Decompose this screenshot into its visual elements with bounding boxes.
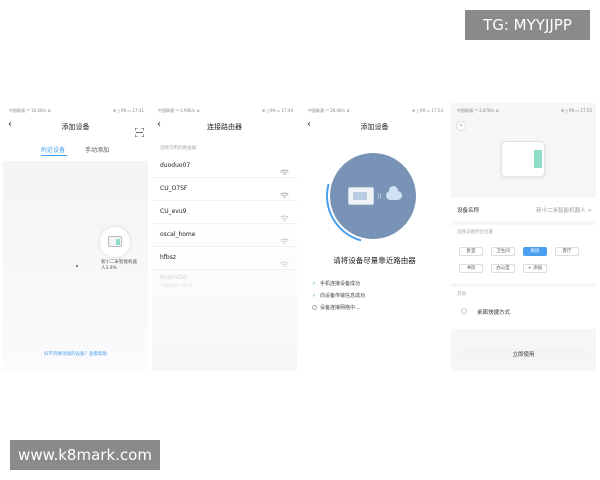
screenshot-canvas: 中国联通 ⁴ᴳ 16.6K/s ⊗ ✻ ▯ 99 ▭ 17:41 ‹ 添加设备 … <box>0 0 600 480</box>
progress-step: ✓ 向设备传输信息成功 <box>312 292 365 299</box>
router-icon <box>348 187 374 205</box>
progress-step: ✓ 手机连接设备成功 <box>312 280 360 287</box>
other-section-label: 其他 <box>457 292 466 297</box>
wifi-name: oscal_home <box>160 231 196 238</box>
unsupported-note: 不支持5G Wi-Fi <box>160 284 193 289</box>
wifi-list-header: 选择可用的路由器 <box>160 146 196 151</box>
screen-device-setup: 中国联通 ⁴ᴳ 2.67K/s ⊗ ✻ ▯ 99 ▭ 17:55 ‹ 设备名称 … <box>451 103 596 371</box>
tab-nearby-devices[interactable]: 附近设备 <box>41 145 65 154</box>
shortcut-label: 桌面快捷方式 <box>477 310 511 316</box>
wifi-list-item[interactable]: oscal_home <box>152 224 297 247</box>
check-icon: ✓ <box>312 293 317 299</box>
robot-device-image <box>501 141 545 177</box>
step-label: 向设备传输信息成功 <box>320 293 366 299</box>
shortcut-checkbox[interactable] <box>461 308 467 314</box>
screen-connecting: 中国联通 ⁴ᴳ 26.0K/s ⊗ ✻ ▯ 99 ▭ 17:54 ‹ 添加设备 … <box>302 103 447 371</box>
scan-area: 新小二米智能机器人3.9% 扫不到要添加的设备？查看帮助 <box>3 161 148 371</box>
status-bar: 中国联通 ⁴ᴳ 16.6K/s ⊗ ✻ ▯ 99 ▭ 17:41 <box>3 106 148 114</box>
back-arrow-icon[interactable]: ‹ <box>456 121 466 131</box>
add-room-chip[interactable]: + 添加 <box>523 264 547 273</box>
status-bar: 中国联通 ⁴ᴳ 26.0K/s ⊗ ✻ ▯ 99 ▭ 17:54 <box>302 106 447 114</box>
room-chip[interactable]: 客厅 <box>555 247 579 256</box>
step-label: 设备连接网络中... <box>320 305 360 311</box>
status-right: ✻ ▯ 99 ▭ 17:41 <box>112 108 144 113</box>
pending-icon <box>312 305 317 310</box>
screen-connect-router: 中国联通 ⁴ᴳ 2.99K/s ⊗ ✻ ▯ 99 ▭ 17:49 ‹ 连接路由器… <box>152 103 297 371</box>
status-left: 中国联通 ⁴ᴳ 2.99K/s ⊗ <box>158 108 200 113</box>
status-right: ✻ ▯ 99 ▭ 17:49 <box>261 108 293 113</box>
nav-bar: ‹ 连接路由器 <box>152 117 297 137</box>
tab-manual-add[interactable]: 手动添加 <box>85 145 109 154</box>
scan-icon[interactable] <box>134 122 145 141</box>
wifi-name: hfbsz <box>160 254 176 261</box>
status-left: 中国联通 ⁴ᴳ 26.0K/s ⊗ <box>308 108 350 113</box>
page-title: 连接路由器 <box>207 123 242 131</box>
page-title: 添加设备 <box>360 123 389 131</box>
connect-prompt: 请将设备尽量靠近路由器 <box>333 256 416 265</box>
wifi-list-item[interactable]: CU_O7SF <box>152 178 297 201</box>
signal-icon: )) <box>377 193 382 200</box>
wifi-name: duoduo07 <box>160 162 191 169</box>
illustration-circle: )) <box>330 153 416 239</box>
use-now-button[interactable]: 立即使用 <box>457 348 590 362</box>
room-chip[interactable]: 卧室 <box>459 247 483 256</box>
watermark-top: TG: MYYJJPP <box>465 10 590 40</box>
discovered-device-label: 新小二米智能机器人3.9% <box>101 260 137 271</box>
wifi-name: CU_O7SF <box>160 185 188 192</box>
status-left: 中国联通 ⁴ᴳ 16.6K/s ⊗ <box>9 108 51 113</box>
cloud-icon <box>386 186 402 200</box>
progress-step: 设备连接网络中... <box>312 304 360 311</box>
step-label: 手机连接设备成功 <box>320 281 361 287</box>
room-chip[interactable]: 办公室 <box>491 264 515 273</box>
scan-center-dot <box>76 265 78 267</box>
status-left: 中国联通 ⁴ᴳ 2.67K/s ⊗ <box>457 108 499 113</box>
wifi-name: CU_evu9 <box>160 208 187 215</box>
divider <box>451 221 596 225</box>
status-bar: 中国联通 ⁴ᴳ 2.99K/s ⊗ ✻ ▯ 99 ▭ 17:49 <box>152 106 297 114</box>
status-right: ✻ ▯ 99 ▭ 17:55 <box>560 108 592 113</box>
device-name-label: 设备名称 <box>457 208 480 214</box>
screen-add-device-scan: 中国联通 ⁴ᴳ 16.6K/s ⊗ ✻ ▯ 99 ▭ 17:41 ‹ 添加设备 … <box>3 103 148 371</box>
device-name-value[interactable]: 新小二米智能机器人 > <box>536 206 592 214</box>
active-tab-indicator <box>41 155 67 156</box>
room-section-label: 选择设备所在位置 <box>457 230 493 235</box>
discovered-device-button[interactable] <box>100 227 130 257</box>
status-right: ✻ ▯ 99 ▭ 17:54 <box>411 108 443 113</box>
check-icon: ✓ <box>312 281 317 287</box>
room-chip[interactable]: 卫生间 <box>491 247 515 256</box>
tab-bar: 附近设备 手动添加 <box>3 145 148 159</box>
nav-bar: ‹ 添加设备 <box>3 117 148 138</box>
help-link[interactable]: 扫不到要添加的设备？查看帮助 <box>3 351 148 357</box>
wifi-list-item[interactable]: CU_evu9 <box>152 201 297 224</box>
nav-bar: ‹ 添加设备 <box>302 117 447 137</box>
divider <box>451 283 596 287</box>
watermark-bottom: www.k8mark.com <box>10 440 160 470</box>
page-title: 添加设备 <box>61 123 90 131</box>
wifi-list-item[interactable]: duoduo07 <box>152 155 297 178</box>
status-bar: 中国联通 ⁴ᴳ 2.67K/s ⊗ ✻ ▯ 99 ▭ 17:55 <box>451 106 596 114</box>
wifi-name: Redmi2G <box>160 274 188 281</box>
room-chip[interactable]: 书房 <box>459 264 483 273</box>
room-chip-selected[interactable]: 厨房 <box>523 247 547 256</box>
robot-device-icon <box>108 236 122 247</box>
